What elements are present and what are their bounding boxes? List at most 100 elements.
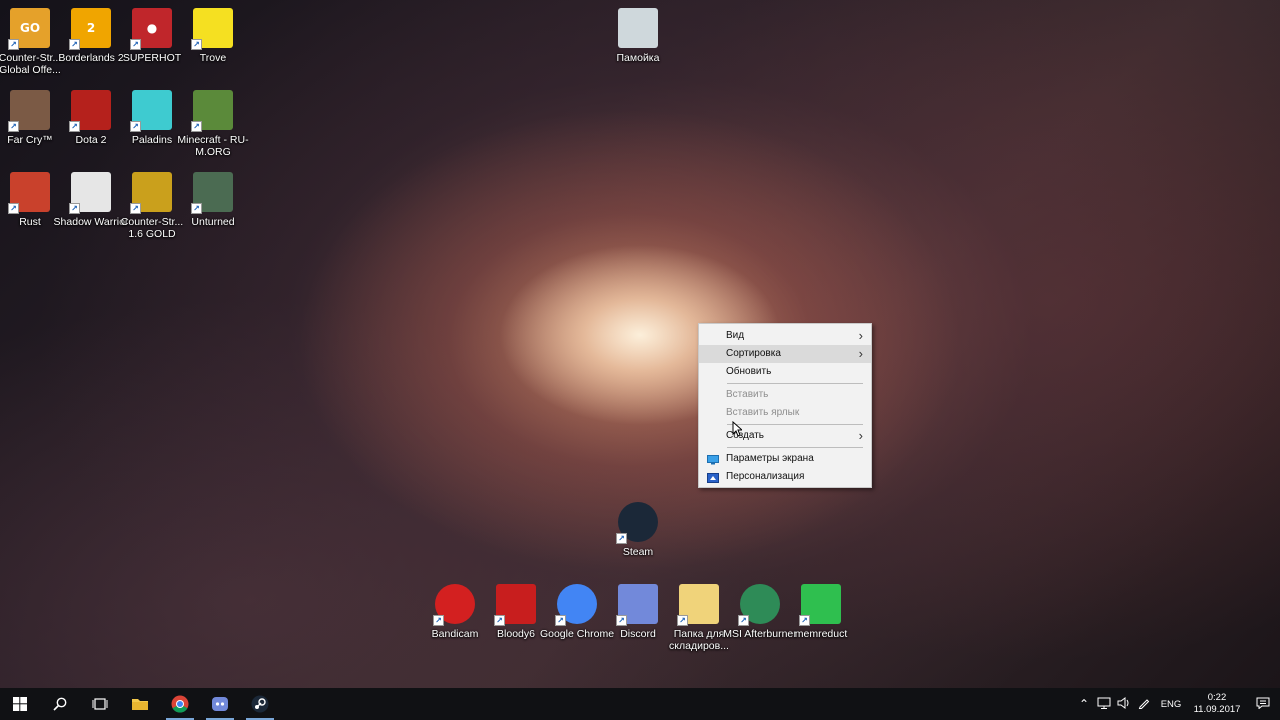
- app-icon: ↗: [191, 8, 233, 50]
- menu-item-sort[interactable]: Сортировка ›: [699, 345, 871, 363]
- shortcut-arrow-icon: ↗: [677, 615, 688, 626]
- menu-item-paste-label: Вставить: [726, 389, 769, 400]
- app-icon: ↗: [616, 584, 658, 626]
- chevron-right-icon: ›: [858, 328, 863, 343]
- discord-icon: [212, 697, 228, 711]
- search-icon: [53, 697, 67, 711]
- app-icon: ● ↗: [130, 8, 172, 50]
- system-tray: ⌃ ENG 0:22 11.09.2017: [1074, 688, 1280, 720]
- chrome-icon: [171, 695, 189, 713]
- shortcut-arrow-icon: ↗: [191, 203, 202, 214]
- desktop-icon-label: Trove: [199, 52, 227, 64]
- shortcut-arrow-icon: ↗: [738, 615, 749, 626]
- network-icon[interactable]: [1094, 697, 1114, 712]
- app-icon: ↗: [494, 584, 536, 626]
- shortcut-arrow-icon: ↗: [8, 121, 19, 132]
- app-icon: ↗: [69, 90, 111, 132]
- taskbar-discord[interactable]: [200, 688, 240, 720]
- app-icon: ↗: [8, 172, 50, 214]
- taskbar-chrome[interactable]: [160, 688, 200, 720]
- monitor-icon: [707, 454, 719, 465]
- app-icon: ↗: [433, 584, 475, 626]
- menu-item-create[interactable]: Создать ›: [699, 427, 871, 445]
- shortcut-arrow-icon: ↗: [69, 121, 80, 132]
- desktop-icon-minecraft-ru-m-org[interactable]: ↗ Minecraft - RU-M.ORG: [175, 90, 251, 158]
- app-icon: 2 ↗: [69, 8, 111, 50]
- shortcut-arrow-icon: ↗: [191, 121, 202, 132]
- desktop-icon-памойка[interactable]: Памойка: [600, 8, 676, 64]
- personalize-icon: [707, 472, 719, 483]
- app-icon: [618, 8, 658, 48]
- shortcut-arrow-icon: ↗: [616, 533, 627, 544]
- desktop-icon-label: Unturned: [191, 216, 235, 228]
- menu-item-refresh-label: Обновить: [726, 366, 772, 377]
- shortcut-arrow-icon: ↗: [8, 203, 19, 214]
- desktop-icon-memreduct[interactable]: ↗ memreduct: [783, 584, 859, 640]
- shortcut-arrow-icon: ↗: [130, 121, 141, 132]
- folder-icon: [132, 699, 148, 710]
- shortcut-arrow-icon: ↗: [191, 39, 202, 50]
- desktop-icon-unturned[interactable]: ↗ Unturned: [175, 172, 251, 228]
- taskbar-steam[interactable]: [240, 688, 280, 720]
- menu-item-personalize-label: Персонализация: [726, 471, 805, 482]
- menu-item-view-label: Вид: [726, 330, 745, 341]
- shortcut-arrow-icon: ↗: [69, 39, 80, 50]
- desktop-icon-label: Minecraft - RU-M.ORG: [177, 134, 249, 158]
- menu-separator: [727, 383, 863, 384]
- menu-item-display-settings-label: Параметры экрана: [726, 453, 814, 464]
- menu-separator: [727, 424, 863, 425]
- app-icon: GO ↗: [8, 8, 50, 50]
- app-icon: ↗: [191, 90, 233, 132]
- shortcut-arrow-icon: ↗: [8, 39, 19, 50]
- shortcut-arrow-icon: ↗: [555, 615, 566, 626]
- app-icon: ↗: [799, 584, 841, 626]
- desktop-icon-trove[interactable]: ↗ Trove: [175, 8, 251, 64]
- shortcut-arrow-icon: ↗: [130, 39, 141, 50]
- shortcut-arrow-icon: ↗: [433, 615, 444, 626]
- app-icon: ↗: [8, 90, 50, 132]
- taskbar-explorer[interactable]: [120, 688, 160, 720]
- pen-icon[interactable]: [1134, 697, 1154, 712]
- action-center-icon[interactable]: [1246, 697, 1280, 712]
- app-icon: ↗: [130, 172, 172, 214]
- input-language-indicator[interactable]: ENG: [1154, 699, 1188, 710]
- menu-item-personalize[interactable]: Персонализация: [699, 468, 871, 486]
- desktop-icon-label: memreduct: [794, 628, 848, 640]
- task-view-icon: [92, 698, 108, 710]
- clock-date: 11.09.2017: [1193, 704, 1241, 715]
- app-icon: ↗: [677, 584, 719, 626]
- desktop-icon-label: Памойка: [616, 52, 660, 64]
- shortcut-arrow-icon: ↗: [494, 615, 505, 626]
- shortcut-arrow-icon: ↗: [616, 615, 627, 626]
- menu-item-paste: Вставить: [699, 386, 871, 404]
- mouse-cursor-icon: [732, 421, 742, 437]
- task-view-button[interactable]: [80, 688, 120, 720]
- menu-item-view[interactable]: Вид ›: [699, 327, 871, 345]
- shortcut-arrow-icon: ↗: [130, 203, 141, 214]
- app-icon: ↗: [555, 584, 597, 626]
- clock[interactable]: 0:22 11.09.2017: [1188, 692, 1246, 716]
- menu-item-paste-shortcut: Вставить ярлык: [699, 404, 871, 422]
- app-icon: ↗: [191, 172, 233, 214]
- show-hidden-icons-chevron-icon[interactable]: ⌃: [1074, 697, 1094, 711]
- steam-icon: [251, 695, 269, 713]
- desktop-icon-label: Steam: [622, 546, 654, 558]
- app-icon: ↗: [69, 172, 111, 214]
- menu-item-display-settings[interactable]: Параметры экрана: [699, 450, 871, 468]
- clock-time: 0:22: [1207, 692, 1227, 703]
- windows-logo-icon: [13, 697, 27, 711]
- chevron-right-icon: ›: [858, 346, 863, 361]
- desktop-context-menu: Вид › Сортировка › Обновить Вставить Вст…: [698, 323, 872, 488]
- app-icon: ↗: [130, 90, 172, 132]
- search-button[interactable]: [40, 688, 80, 720]
- menu-item-paste-shortcut-label: Вставить ярлык: [726, 407, 800, 418]
- desktop-icon-steam[interactable]: ↗ Steam: [600, 502, 676, 558]
- start-button[interactable]: [0, 688, 40, 720]
- menu-item-sort-label: Сортировка: [726, 348, 781, 359]
- app-icon: ↗: [616, 502, 658, 544]
- volume-icon[interactable]: [1114, 696, 1134, 712]
- shortcut-arrow-icon: ↗: [69, 203, 80, 214]
- menu-item-refresh[interactable]: Обновить: [699, 363, 871, 381]
- menu-separator: [727, 447, 863, 448]
- shortcut-arrow-icon: ↗: [799, 615, 810, 626]
